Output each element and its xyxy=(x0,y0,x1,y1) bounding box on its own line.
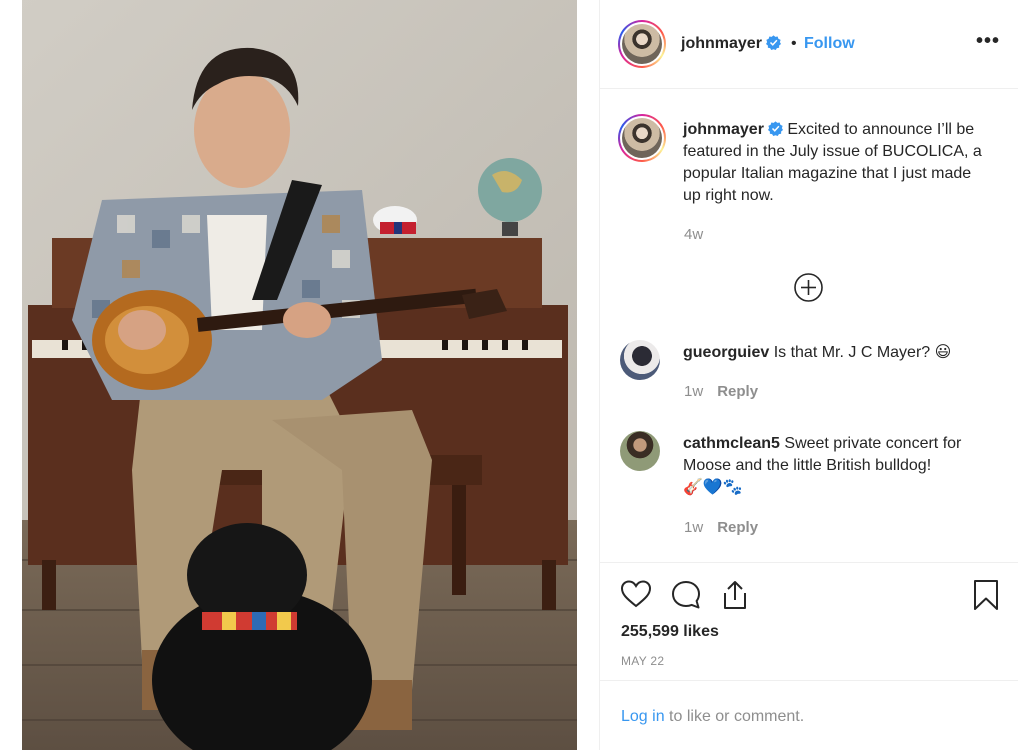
plus-circle-icon[interactable] xyxy=(793,272,824,303)
commenter-avatar[interactable] xyxy=(620,431,660,471)
login-prompt-text: to like or comment. xyxy=(664,708,805,725)
commenter-avatar[interactable] xyxy=(620,340,660,380)
comment-meta: 1w Reply xyxy=(684,383,758,400)
comment-emoji: 🎸💙🐾 xyxy=(683,479,743,496)
bookmark-icon[interactable] xyxy=(973,579,999,611)
reply-button[interactable]: Reply xyxy=(717,519,758,536)
comment-meta: 1w Reply xyxy=(684,519,758,536)
verified-badge-icon xyxy=(765,35,781,50)
heart-icon[interactable] xyxy=(620,579,652,609)
verified-badge-icon xyxy=(767,121,783,136)
follow-button[interactable]: Follow xyxy=(804,35,855,53)
post-date[interactable]: MAY 22 xyxy=(621,654,664,668)
comment-username[interactable]: cathmclean5 xyxy=(683,435,780,452)
comment-time: 1w xyxy=(684,383,704,400)
more-options-icon[interactable]: ••• xyxy=(976,30,1000,53)
caption-text-block: johnmayer Excited to announce I’ll be fe… xyxy=(683,119,993,207)
post-photo-illustration xyxy=(22,0,577,750)
share-icon[interactable] xyxy=(720,579,750,611)
comment-icon[interactable] xyxy=(670,579,702,611)
reply-button[interactable]: Reply xyxy=(717,383,758,400)
post-photo[interactable] xyxy=(22,0,577,750)
post-header: johnmayer • Follow ••• xyxy=(600,0,1018,89)
comment-text-block: cathmclean5 Sweet private concert for Mo… xyxy=(683,433,988,499)
post-footer: Log in to like or comment. xyxy=(600,680,1018,750)
follow-separator: • xyxy=(791,35,797,52)
likes-count[interactable]: 255,599 likes xyxy=(621,623,719,641)
comments-section: johnmayer Excited to announce I’ll be fe… xyxy=(600,90,1018,562)
comment-text-block: gueorguiev Is that Mr. J C Mayer? 😃 xyxy=(683,342,993,364)
post-side-panel: johnmayer • Follow ••• johnmayer Excited… xyxy=(599,0,1018,750)
caption-username[interactable]: johnmayer xyxy=(683,121,764,138)
login-link[interactable]: Log in xyxy=(621,708,665,725)
comment-text: Is that Mr. J C Mayer? xyxy=(773,344,931,361)
comment-emoji: 😃 xyxy=(934,344,952,361)
login-prompt: Log in to like or comment. xyxy=(621,708,804,726)
author-username[interactable]: johnmayer xyxy=(681,35,781,53)
caption-avatar[interactable] xyxy=(618,114,666,162)
comment-username[interactable]: gueorguiev xyxy=(683,344,769,361)
post-actions: 255,599 likes MAY 22 xyxy=(600,562,1018,680)
comment-time: 1w xyxy=(684,519,704,536)
author-avatar[interactable] xyxy=(618,20,666,68)
caption-time: 4w xyxy=(684,226,704,243)
